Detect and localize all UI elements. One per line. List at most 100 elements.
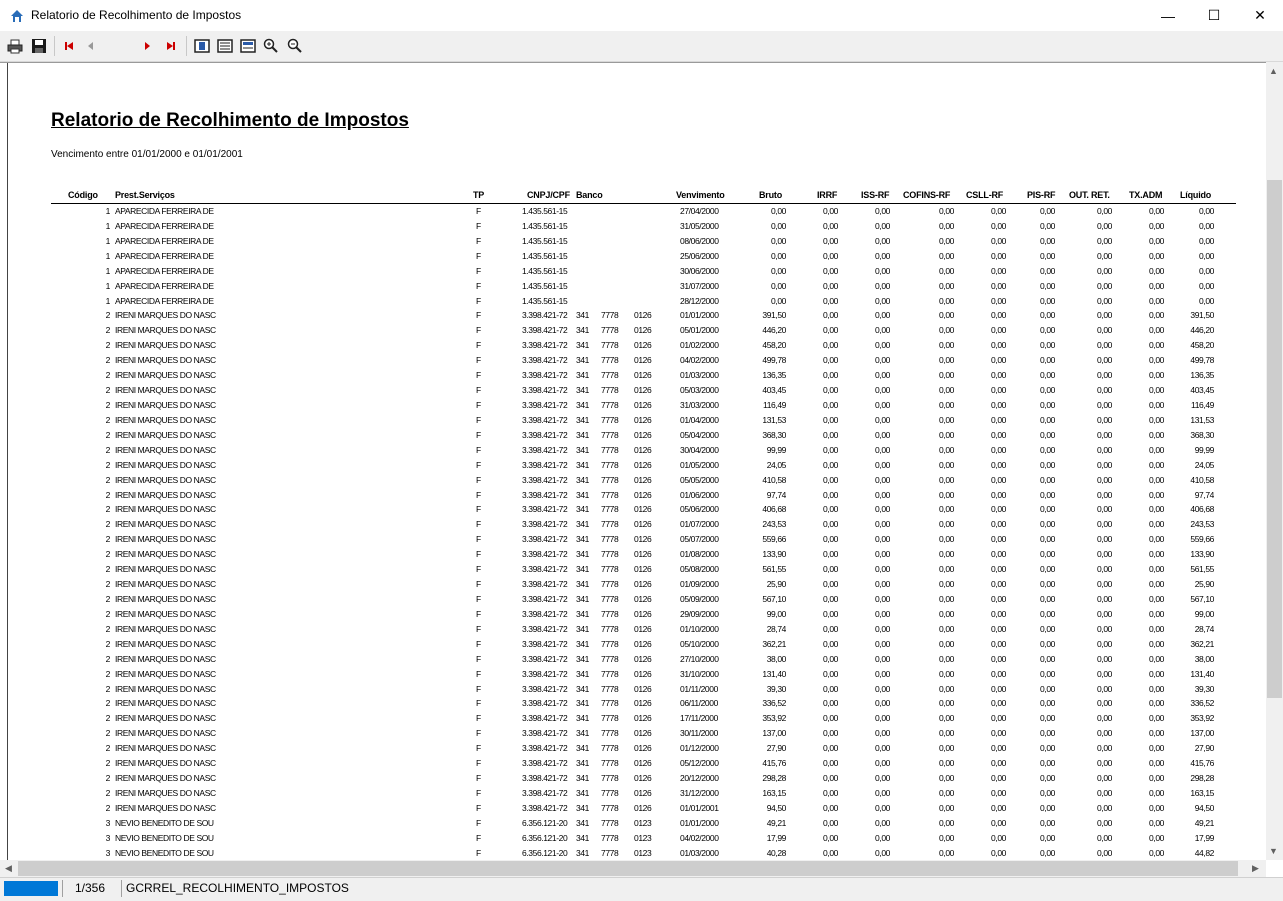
scroll-up-icon[interactable]: ▲ — [1269, 66, 1278, 76]
cell-codigo: 2 — [105, 444, 110, 455]
cell-liquido: 406,68 — [1190, 504, 1214, 515]
cell-iss-rf: 0,00 — [875, 504, 890, 515]
cell-out-ret: 0,00 — [1097, 817, 1112, 828]
next-page-icon[interactable] — [139, 38, 155, 54]
cell-tx-adm: 0,00 — [1149, 370, 1164, 381]
cell-out-ret: 0,00 — [1097, 504, 1112, 515]
table-row: 2 IRENI MARQUES DO NASC F 3.398.421-72 341 77… — [8, 741, 1266, 756]
cell-conta: 0126 — [634, 668, 652, 679]
cell-pis-rf: 0,00 — [1040, 474, 1055, 485]
cell-csll-rf: 0,00 — [991, 220, 1006, 231]
cell-liquido: 99,00 — [1194, 608, 1214, 619]
table-row: 2 IRENI MARQUES DO NASC F 3.398.421-72 341 77… — [8, 308, 1266, 323]
cell-liquido: 97,74 — [1194, 489, 1214, 500]
zoom-in-icon[interactable] — [263, 38, 279, 54]
cell-tx-adm: 0,00 — [1149, 758, 1164, 769]
cell-conta: 0126 — [634, 623, 652, 634]
close-button[interactable]: ✕ — [1237, 0, 1283, 31]
zoom-out-icon[interactable] — [287, 38, 303, 54]
cell-prest-servicos: NEVIO BENEDITO DE SOU — [115, 817, 214, 828]
cell-banco: 341 — [576, 370, 589, 381]
report-page: Relatorio de Recolhimento de Impostos Ve… — [7, 63, 1266, 861]
scroll-left-icon[interactable]: ◀ — [5, 863, 12, 874]
cell-iss-rf: 0,00 — [875, 847, 890, 858]
cell-pis-rf: 0,00 — [1040, 385, 1055, 396]
cell-pis-rf: 0,00 — [1040, 429, 1055, 440]
cell-bruto: 559,66 — [762, 534, 786, 545]
cell-codigo: 3 — [105, 847, 110, 858]
page-width-icon[interactable] — [217, 38, 233, 54]
cell-agencia: 7778 — [601, 758, 619, 769]
cell-pis-rf: 0,00 — [1040, 414, 1055, 425]
cell-tp: F — [476, 847, 481, 858]
cell-prest-servicos: IRENI MARQUES DO NASC — [115, 668, 216, 679]
cell-codigo: 1 — [105, 206, 110, 216]
cell-cofins-rf: 0,00 — [939, 534, 954, 545]
cell-banco: 341 — [576, 832, 589, 843]
table-row: 2 IRENI MARQUES DO NASC F 3.398.421-72 341 77… — [8, 771, 1266, 786]
scroll-down-icon[interactable]: ▼ — [1269, 846, 1278, 856]
cell-pis-rf: 0,00 — [1040, 728, 1055, 739]
table-row: 2 IRENI MARQUES DO NASC F 3.398.421-72 341 77… — [8, 637, 1266, 652]
cell-bruto: 163,15 — [762, 787, 786, 798]
cell-bruto: 17,99 — [766, 832, 786, 843]
maximize-button[interactable]: ☐ — [1191, 0, 1237, 31]
header-bruto: Bruto — [759, 190, 782, 200]
save-icon[interactable] — [31, 38, 47, 54]
horizontal-scroll-thumb[interactable] — [18, 861, 1238, 876]
table-row: 2 IRENI MARQUES DO NASC F 3.398.421-72 341 77… — [8, 562, 1266, 577]
cell-bruto: 136,35 — [762, 370, 786, 381]
cell-cnpj-cpf: 1.435.561-15 — [522, 295, 568, 306]
cell-iss-rf: 0,00 — [875, 593, 890, 604]
cell-agencia: 7778 — [601, 698, 619, 709]
print-icon[interactable] — [7, 38, 23, 54]
cell-csll-rf: 0,00 — [991, 758, 1006, 769]
cell-irrf: 0,00 — [823, 370, 838, 381]
header-csll-rf: CSLL-RF — [966, 190, 1004, 200]
cell-tx-adm: 0,00 — [1149, 235, 1164, 246]
cell-iss-rf: 0,00 — [875, 623, 890, 634]
previous-page-icon[interactable] — [83, 38, 99, 54]
cell-tx-adm: 0,00 — [1149, 593, 1164, 604]
cell-tp: F — [476, 817, 481, 828]
cell-cofins-rf: 0,00 — [939, 773, 954, 784]
cell-iss-rf: 0,00 — [875, 683, 890, 694]
cell-conta: 0126 — [634, 489, 652, 500]
cell-out-ret: 0,00 — [1097, 758, 1112, 769]
last-page-icon[interactable] — [163, 38, 179, 54]
cell-agencia: 7778 — [601, 519, 619, 530]
title-bar: Relatorio de Recolhimento de Impostos — … — [0, 0, 1283, 31]
whole-page-icon[interactable] — [194, 38, 210, 54]
cell-prest-servicos: IRENI MARQUES DO NASC — [115, 399, 216, 410]
cell-out-ret: 0,00 — [1097, 638, 1112, 649]
first-page-icon[interactable] — [61, 38, 77, 54]
cell-out-ret: 0,00 — [1097, 280, 1112, 291]
table-row: 2 IRENI MARQUES DO NASC F 3.398.421-72 341 77… — [8, 711, 1266, 726]
cell-codigo: 3 — [105, 817, 110, 828]
cell-iss-rf: 0,00 — [875, 459, 890, 470]
vertical-scroll-thumb[interactable] — [1267, 180, 1282, 698]
cell-agencia: 7778 — [601, 444, 619, 455]
cell-out-ret: 0,00 — [1097, 340, 1112, 351]
cell-vencimento: 05/06/2000 — [680, 504, 719, 515]
cell-bruto: 391,50 — [762, 310, 786, 321]
cell-tp: F — [476, 787, 481, 798]
cell-out-ret: 0,00 — [1097, 250, 1112, 261]
cell-csll-rf: 0,00 — [991, 579, 1006, 590]
report-options-icon[interactable] — [240, 38, 256, 54]
cell-cnpj-cpf: 1.435.561-15 — [522, 220, 568, 231]
cell-tx-adm: 0,00 — [1149, 549, 1164, 560]
cell-pis-rf: 0,00 — [1040, 623, 1055, 634]
cell-banco: 341 — [576, 713, 589, 724]
cell-csll-rf: 0,00 — [991, 444, 1006, 455]
cell-csll-rf: 0,00 — [991, 340, 1006, 351]
cell-iss-rf: 0,00 — [875, 698, 890, 709]
cell-tx-adm: 0,00 — [1149, 787, 1164, 798]
cell-iss-rf: 0,00 — [875, 429, 890, 440]
cell-prest-servicos: IRENI MARQUES DO NASC — [115, 623, 216, 634]
scroll-right-icon[interactable]: ▶ — [1252, 863, 1259, 874]
cell-agencia: 7778 — [601, 579, 619, 590]
cell-banco: 341 — [576, 787, 589, 798]
cell-cofins-rf: 0,00 — [939, 549, 954, 560]
minimize-button[interactable]: — — [1145, 0, 1191, 31]
